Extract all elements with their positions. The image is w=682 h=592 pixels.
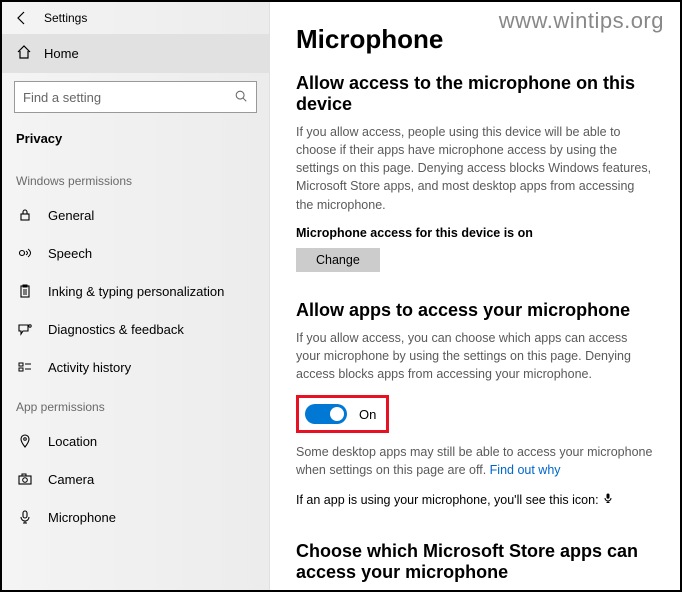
page-title: Microphone [296, 24, 654, 55]
sidebar-item-label: General [48, 208, 94, 223]
change-button[interactable]: Change [296, 248, 380, 272]
apps-access-toggle[interactable] [305, 404, 347, 424]
app-title: Settings [44, 11, 87, 25]
toggle-label: On [359, 407, 376, 422]
group-windows-permissions: Windows permissions [2, 160, 269, 196]
section1-heading: Allow access to the microphone on this d… [296, 73, 654, 115]
sidebar-item-label: Microphone [48, 510, 116, 525]
category-label: Privacy [2, 121, 269, 160]
home-label: Home [44, 46, 79, 61]
home-icon [16, 44, 32, 63]
sidebar-item-activity[interactable]: Activity history [2, 348, 269, 386]
sidebar-item-general[interactable]: General [2, 196, 269, 234]
toggle-highlight: On [296, 395, 389, 433]
location-icon [16, 433, 34, 449]
in-use-note: If an app is using your microphone, you'… [296, 491, 654, 510]
sidebar-item-label: Camera [48, 472, 94, 487]
clipboard-icon [16, 283, 34, 299]
group-app-permissions: App permissions [2, 386, 269, 422]
find-out-why-link[interactable]: Find out why [490, 463, 561, 477]
sidebar-item-label: Location [48, 434, 97, 449]
sidebar-item-camera[interactable]: Camera [2, 460, 269, 498]
sidebar-item-location[interactable]: Location [2, 422, 269, 460]
section3-heading: Choose which Microsoft Store apps can ac… [296, 541, 654, 583]
section1-desc: If you allow access, people using this d… [296, 123, 654, 214]
sidebar: Settings Home Find a setting Privacy Win… [2, 2, 270, 590]
back-icon[interactable] [14, 10, 30, 26]
sidebar-item-label: Activity history [48, 360, 131, 375]
lock-icon [16, 207, 34, 223]
main-content: Microphone Allow access to the microphon… [270, 2, 680, 590]
feedback-icon [16, 321, 34, 337]
sidebar-item-speech[interactable]: Speech [2, 234, 269, 272]
home-nav[interactable]: Home [2, 34, 269, 73]
search-input[interactable]: Find a setting [14, 81, 257, 113]
sidebar-item-label: Diagnostics & feedback [48, 322, 184, 337]
search-icon [234, 89, 248, 106]
activity-icon [16, 359, 34, 375]
sidebar-item-label: Speech [48, 246, 92, 261]
sidebar-item-diagnostics[interactable]: Diagnostics & feedback [2, 310, 269, 348]
sidebar-item-inking[interactable]: Inking & typing personalization [2, 272, 269, 310]
camera-icon [16, 471, 34, 487]
sidebar-item-microphone[interactable]: Microphone [2, 498, 269, 536]
section2-heading: Allow apps to access your microphone [296, 300, 654, 321]
search-placeholder: Find a setting [23, 90, 234, 105]
sidebar-item-label: Inking & typing personalization [48, 284, 224, 299]
section2-desc: If you allow access, you can choose whic… [296, 329, 654, 383]
microphone-icon [16, 509, 34, 525]
desktop-apps-note: Some desktop apps may still be able to a… [296, 443, 654, 479]
speech-icon [16, 245, 34, 261]
microphone-indicator-icon [602, 491, 614, 510]
access-status: Microphone access for this device is on [296, 226, 654, 240]
